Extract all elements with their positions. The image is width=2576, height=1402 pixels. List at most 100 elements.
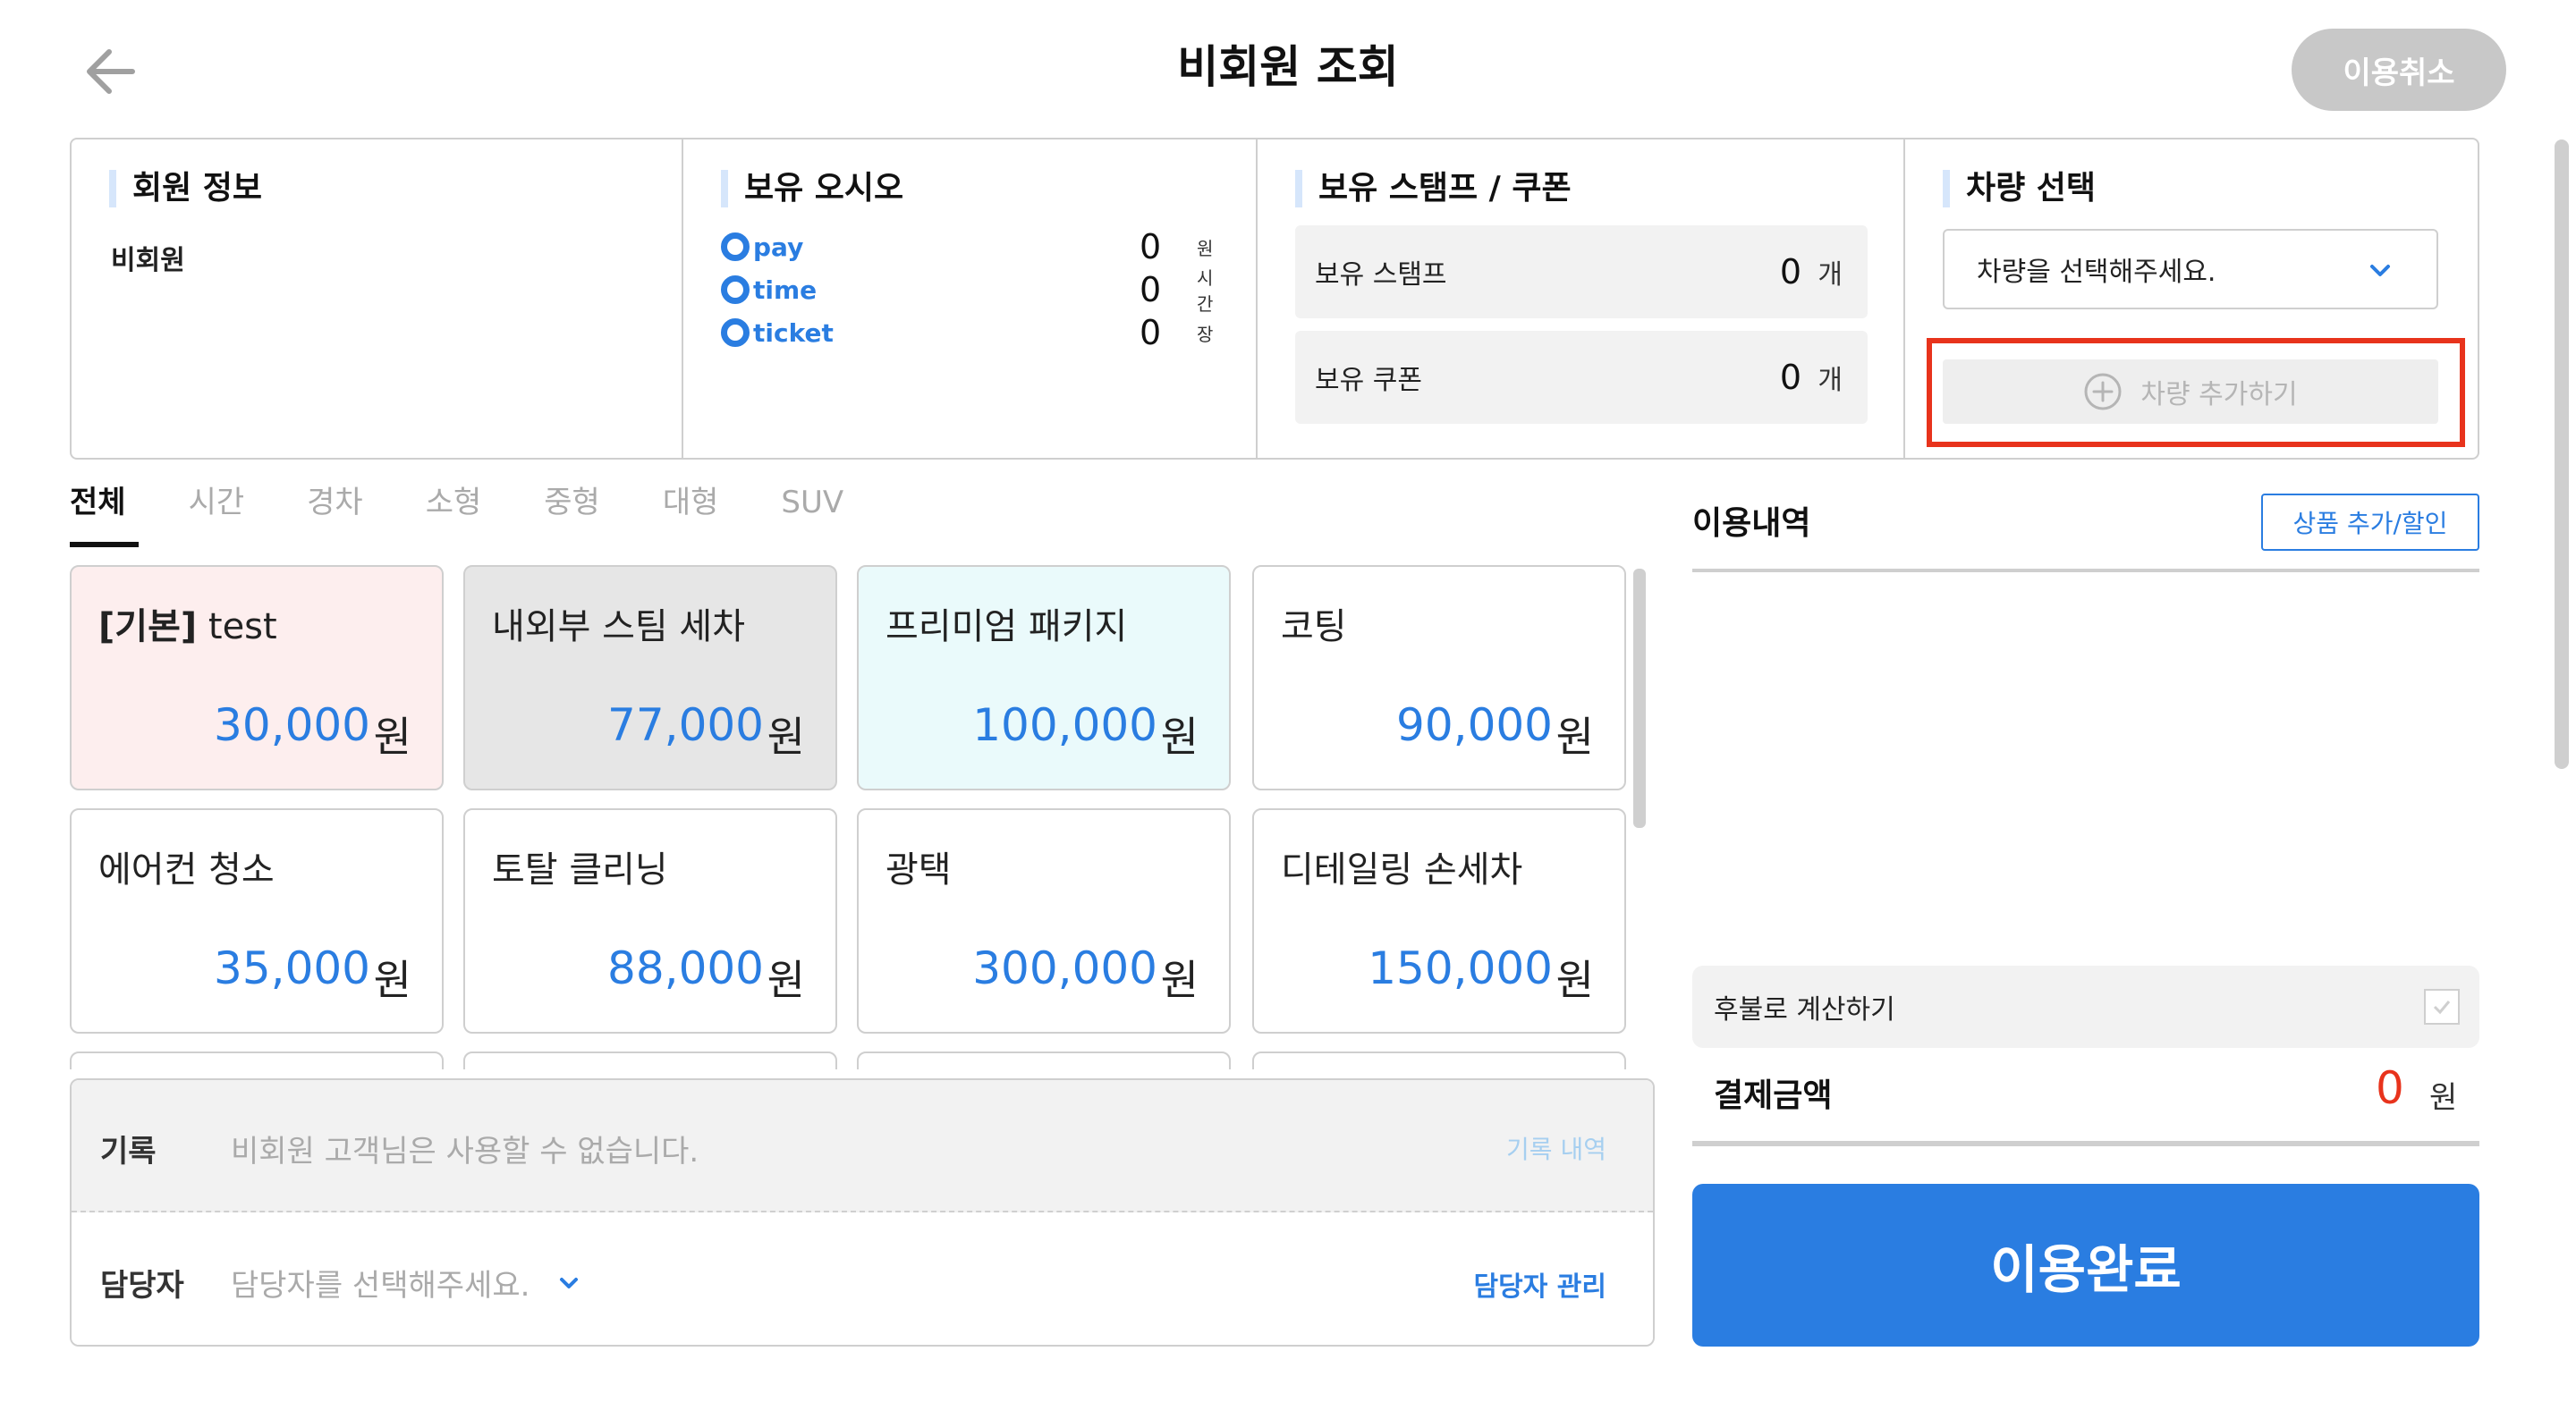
total-label: 결제금액 (1714, 1077, 1833, 1114)
oasis-section: 보유 오시오 pay 0 원 time 0 시간 ticket 0 장 (683, 139, 1258, 458)
postpay-row[interactable]: 후불로 계산하기 (1692, 966, 2479, 1048)
product-price-unit: 원 (1555, 956, 1594, 1004)
stamp-coupon-title: 보유 스탬프 / 쿠폰 (1295, 166, 1572, 211)
product-name: 내외부 스팀 세차 (492, 606, 746, 647)
tab-time[interactable]: 시간 (189, 474, 245, 542)
product-name: 코팅 (1281, 606, 1347, 647)
total-value: 0 (2376, 1062, 2404, 1114)
oasis-ticket-row: ticket 0 장 (721, 311, 1222, 354)
coupon-box: 보유 쿠폰 0 개 (1295, 331, 1868, 424)
info-panel: 회원 정보 비회원 보유 오시오 pay 0 원 time 0 시간 ticke… (70, 138, 2479, 460)
product-card-partial[interactable] (1252, 1052, 1626, 1069)
ring-icon (721, 232, 750, 261)
product-price-value: 90,000 (1396, 699, 1553, 751)
car-title: 차량 선택 (1943, 166, 2096, 211)
stamp-value: 0 (1779, 252, 1801, 291)
manager-row: 담당자 담당자를 선택해주세요. 담당자 관리 (72, 1212, 1653, 1345)
complete-usage-button[interactable]: 이용완료 (1692, 1184, 2479, 1347)
coupon-label: 보유 쿠폰 (1315, 365, 1422, 396)
product-card[interactable]: 광택 원 300,000 (857, 808, 1231, 1034)
manager-admin-link[interactable]: 담당자 관리 (1474, 1264, 1606, 1304)
record-history-link[interactable]: 기록 내역 (1506, 1130, 1606, 1166)
product-price-value: 100,000 (972, 699, 1157, 751)
add-car-label: 차량 추가하기 (2140, 379, 2298, 410)
oasis-title: 보유 오시오 (721, 166, 903, 211)
manager-label: 담당자 (100, 1268, 184, 1304)
add-car-button[interactable]: 차량 추가하기 (1943, 359, 2438, 424)
category-tabs: 전체 시간 경차 소형 중형 대형 SUV (70, 474, 906, 547)
oasis-item-value: 0 (1140, 313, 1162, 352)
product-price-value: 150,000 (1368, 942, 1553, 994)
manager-select-value: 담당자를 선택해주세요. (231, 1268, 530, 1304)
member-type: 비회원 (111, 245, 185, 276)
stamp-coupon-section: 보유 스탬프 / 쿠폰 보유 스탬프 0 개 보유 쿠폰 0 개 (1258, 139, 1905, 458)
chevron-down-icon (2370, 265, 2390, 276)
product-price-value: 88,000 (607, 942, 764, 994)
usage-divider (1692, 569, 2479, 572)
product-name: 프리미엄 패키지 (886, 606, 1128, 647)
product-card-partial[interactable] (463, 1052, 837, 1069)
product-price-value: 30,000 (214, 699, 370, 751)
oasis-item-name: pay (753, 232, 804, 262)
manager-select[interactable]: 담당자를 선택해주세요. (231, 1261, 581, 1305)
oasis-item-value: 0 (1140, 227, 1162, 266)
oasis-item-name: ticket (753, 317, 834, 348)
product-price-unit: 원 (1160, 956, 1199, 1004)
product-card-partial[interactable] (857, 1052, 1231, 1069)
record-manager-panel: 기록 비회원 고객님은 사용할 수 없습니다. 기록 내역 담당자 담당자를 선… (70, 1078, 1655, 1347)
tab-suv[interactable]: SUV (781, 474, 843, 542)
cancel-usage-button[interactable]: 이용취소 (2292, 29, 2506, 111)
postpay-label: 후불로 계산하기 (1714, 994, 1895, 1026)
oasis-pay-row: pay 0 원 (721, 225, 1222, 268)
tab-all[interactable]: 전체 (70, 474, 139, 547)
product-price-unit: 원 (1160, 713, 1199, 761)
page-scrollbar[interactable] (2555, 139, 2569, 769)
oasis-item-unit: 원 (1197, 237, 1214, 259)
product-card[interactable]: 디테일링 손세차 원 150,000 (1252, 808, 1626, 1034)
oasis-item-name: time (753, 274, 818, 305)
product-card-partial[interactable] (70, 1052, 444, 1069)
product-card[interactable]: 에어컨 청소 원 35,000 (70, 808, 444, 1034)
oasis-item-unit: 장 (1197, 323, 1214, 345)
tab-large[interactable]: 대형 (663, 474, 719, 542)
member-info-title: 회원 정보 (109, 166, 262, 211)
product-card[interactable]: 토탈 클리닝 원 88,000 (463, 808, 837, 1034)
tab-compact[interactable]: 경차 (307, 474, 363, 542)
product-price-value: 300,000 (972, 942, 1157, 994)
page-title: 비회원 조회 (1177, 41, 1399, 93)
tab-midsize[interactable]: 중형 (544, 474, 600, 542)
total-unit: 원 (2429, 1080, 2458, 1116)
product-price-value: 35,000 (214, 942, 370, 994)
product-name: 광택 (886, 849, 952, 891)
product-card[interactable]: 코팅 원 90,000 (1252, 565, 1626, 790)
usage-title: 이용내역 (1692, 505, 1811, 542)
stamp-box: 보유 스탬프 0 개 (1295, 225, 1868, 318)
chevron-down-icon (560, 1277, 579, 1288)
product-card[interactable]: [기본] test 원 30,000 (70, 565, 444, 790)
product-grid-scrollbar[interactable] (1633, 569, 1646, 828)
product-price-unit: 원 (373, 956, 411, 1004)
ring-icon (721, 275, 750, 304)
record-row: 기록 비회원 고객님은 사용할 수 없습니다. 기록 내역 (72, 1080, 1653, 1212)
add-product-discount-button[interactable]: 상품 추가/할인 (2261, 494, 2479, 551)
tab-small[interactable]: 소형 (426, 474, 482, 542)
record-text: 비회원 고객님은 사용할 수 없습니다. (231, 1134, 699, 1170)
member-info-section: 회원 정보 비회원 (72, 139, 683, 458)
product-name: 에어컨 청소 (98, 849, 275, 891)
car-select-dropdown[interactable]: 차량을 선택해주세요. (1943, 229, 2438, 309)
product-card[interactable]: 내외부 스팀 세차 원 77,000 (463, 565, 837, 790)
car-select-value: 차량을 선택해주세요. (1977, 257, 2216, 288)
record-label: 기록 (100, 1134, 157, 1170)
coupon-value: 0 (1779, 358, 1801, 397)
product-price-unit: 원 (373, 713, 411, 761)
postpay-checkbox[interactable] (2424, 989, 2460, 1025)
product-price-unit: 원 (1555, 713, 1594, 761)
product-grid: [기본] test 원 30,000 내외부 스팀 세차 원 77,000 프리미엄… (70, 563, 1630, 1069)
plus-circle-icon (2084, 373, 2122, 410)
product-price-value: 77,000 (607, 699, 764, 751)
oasis-time-row: time 0 시간 (721, 267, 1222, 315)
product-card[interactable]: 프리미엄 패키지 원 100,000 (857, 565, 1231, 790)
stamp-unit: 개 (1818, 259, 1843, 291)
product-price-unit: 원 (767, 956, 805, 1004)
product-name: [기본] test (98, 606, 277, 647)
